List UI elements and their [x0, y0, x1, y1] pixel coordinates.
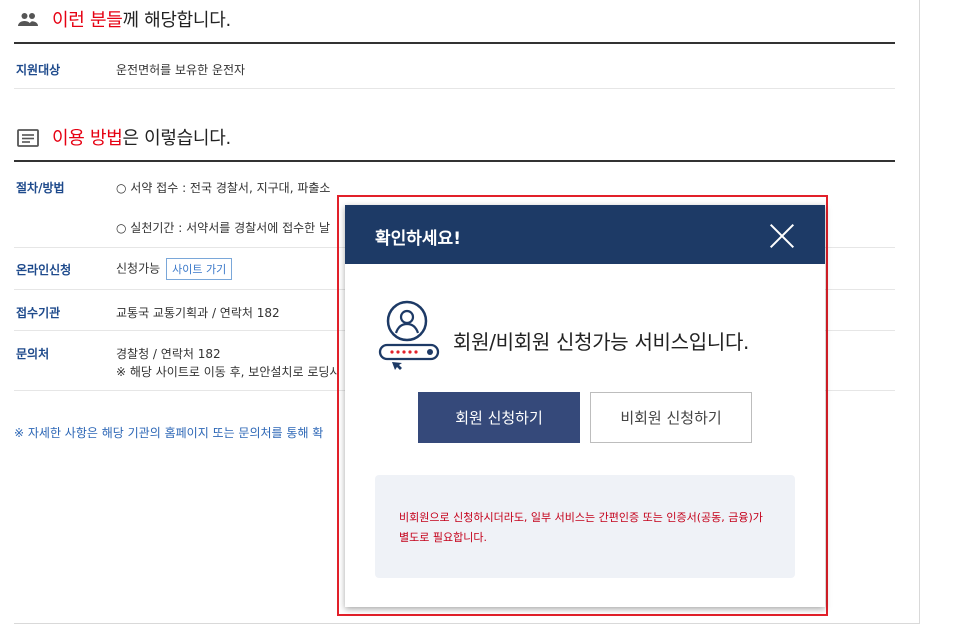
title-highlight: 이런 분들 [52, 10, 123, 31]
modal-title: 확인하세요! [375, 229, 461, 249]
procedure-item: ○ 실천기간 : 서약서를 경찰서에 접수한 날 [116, 221, 331, 235]
row-label: 지원대상 [16, 63, 61, 77]
title-rest: 께 해당합니다. [122, 10, 231, 31]
section-eligibility-header: 이런 분들께 해당합니다. [14, 0, 895, 44]
confirm-modal: 확인하세요! 회원/비회원 신청가능 서비스입니다. 회원 신청하기 비회원 신… [345, 205, 825, 607]
section-usage-header: 이용 방법은 이렇습니다. [14, 118, 895, 162]
table-row: 지원대상 운전면허를 보유한 운전자 [14, 44, 895, 89]
info-text: 비회원으로 신청하시더라도, 일부 서비스는 간편인증 또는 인증서(공동, 금… [399, 511, 763, 544]
section-title: 이런 분들께 해당합니다. [52, 6, 231, 32]
row-value: 교통국 교통기획과 / 연락처 182 [116, 306, 280, 320]
row-label: 접수기관 [16, 306, 61, 320]
site-link-button[interactable]: 사이트 가기 [166, 258, 233, 280]
nonmember-apply-button[interactable]: 비회원 신청하기 [590, 392, 752, 443]
footnote: ※ 자세한 사항은 해당 기관의 홈페이지 또는 문의처를 통해 확 [14, 426, 324, 440]
row-value: 운전면허를 보유한 운전자 [116, 63, 246, 77]
list-icon [17, 129, 39, 147]
row-value: ※ 해당 사이트로 이동 후, 보안설치로 로딩시 [116, 365, 341, 379]
section-title: 이용 방법은 이렇습니다. [52, 124, 231, 150]
row-label: 절차/방법 [16, 181, 65, 195]
title-rest: 은 이렇습니다. [122, 128, 231, 149]
people-icon [18, 13, 38, 26]
online-status: 신청가능 [116, 261, 161, 276]
user-login-icon [378, 300, 440, 370]
modal-message: 회원/비회원 신청가능 서비스입니다. [453, 330, 750, 354]
page: 이런 분들께 해당합니다. 지원대상 운전면허를 보유한 운전자 이용 방법은 … [0, 0, 962, 641]
divider [919, 0, 920, 624]
member-apply-button[interactable]: 회원 신청하기 [418, 392, 580, 443]
title-highlight: 이용 방법 [52, 128, 123, 149]
row-value: 경찰청 / 연락처 182 [116, 347, 221, 361]
close-icon[interactable] [769, 223, 795, 249]
row-value: 신청가능 사이트 가기 [116, 258, 233, 280]
divider [14, 623, 919, 624]
procedure-item: ○ 서약 접수 : 전국 경찰서, 지구대, 파출소 [116, 181, 331, 195]
row-label: 문의처 [16, 347, 50, 361]
modal-header: 확인하세요! [345, 205, 825, 264]
row-label: 온라인신청 [16, 263, 72, 277]
info-box: 비회원으로 신청하시더라도, 일부 서비스는 간편인증 또는 인증서(공동, 금… [375, 475, 795, 578]
